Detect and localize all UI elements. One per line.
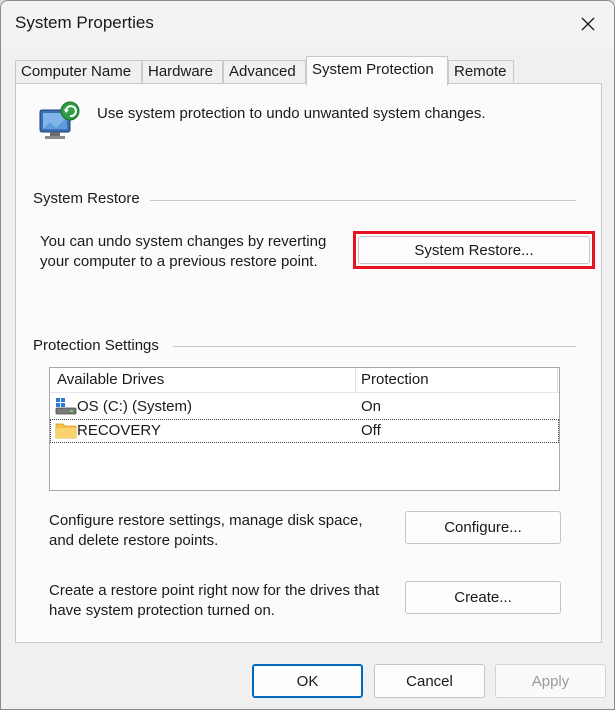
drive-name: RECOVERY [77, 422, 161, 439]
configure-button[interactable]: Configure... [405, 511, 561, 544]
tab-system-protection[interactable]: System Protection [306, 56, 448, 86]
drive-protection-status: On [361, 398, 382, 415]
system-properties-window: System Properties Computer Name Hardware… [0, 0, 615, 710]
system-drive-icon [55, 398, 77, 415]
group-divider [150, 200, 576, 201]
group-divider [173, 346, 576, 347]
tab-hardware[interactable]: Hardware [142, 60, 223, 84]
protection-settings-group-label: Protection Settings [33, 337, 165, 354]
system-restore-highlight: System Restore... [353, 231, 595, 269]
folder-drive-icon [55, 423, 77, 439]
system-restore-button[interactable]: System Restore... [358, 236, 590, 264]
column-divider [355, 368, 356, 393]
list-header: Available Drives Protection [50, 368, 559, 393]
create-description: Create a restore point right now for the… [49, 582, 380, 619]
column-header-protection[interactable]: Protection [361, 371, 429, 388]
tab-remote[interactable]: Remote [448, 60, 514, 84]
close-icon [581, 17, 595, 31]
drive-row-os[interactable]: OS (C:) (System) On [50, 395, 559, 419]
drive-row-recovery[interactable]: RECOVERY Off [50, 419, 559, 443]
cancel-button[interactable]: Cancel [374, 664, 485, 698]
close-button[interactable] [562, 1, 614, 47]
apply-button[interactable]: Apply [495, 664, 606, 698]
dialog-button-bar: OK Cancel Apply [1, 649, 614, 709]
intro-text: Use system protection to undo unwanted s… [97, 105, 486, 122]
drive-list[interactable]: Available Drives Protection OS (C:) (Sys… [49, 367, 560, 491]
tab-computer-name[interactable]: Computer Name [15, 60, 142, 84]
title-bar: System Properties [1, 1, 614, 49]
tab-advanced[interactable]: Advanced [223, 60, 306, 84]
window-title: System Properties [15, 13, 154, 32]
create-button[interactable]: Create... [405, 581, 561, 614]
column-header-available-drives[interactable]: Available Drives [57, 371, 164, 388]
column-divider [557, 368, 558, 393]
system-restore-group-label: System Restore [33, 190, 146, 207]
drive-protection-status: Off [361, 422, 381, 439]
system-protection-icon [39, 101, 80, 139]
drive-name: OS (C:) (System) [77, 398, 192, 415]
system-protection-panel: Use system protection to undo unwanted s… [15, 83, 602, 643]
configure-description: Configure restore settings, manage disk … [49, 512, 363, 549]
system-restore-description: You can undo system changes by reverting… [40, 233, 327, 270]
ok-button[interactable]: OK [252, 664, 363, 698]
